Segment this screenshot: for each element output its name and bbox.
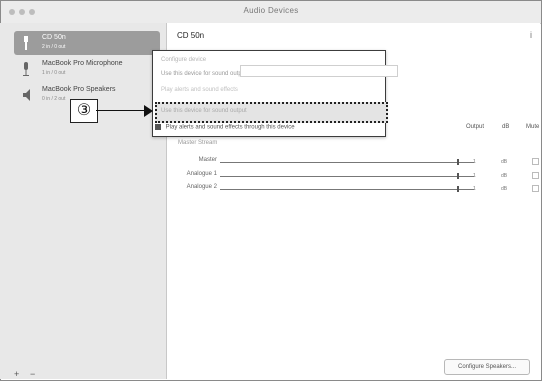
menu-item-alerts[interactable]: Play alerts and sound effects xyxy=(161,87,238,93)
sidebar-device-microphone[interactable]: MacBook Pro Microphone 1 in / 0 out xyxy=(14,57,160,81)
column-output: Output xyxy=(466,124,485,130)
device-title: CD 50n xyxy=(177,31,205,40)
speaker-icon xyxy=(23,89,30,101)
channel-db: dB xyxy=(501,159,508,165)
mute-checkbox[interactable] xyxy=(532,158,539,165)
channel-row: Analogue 2 1 dB xyxy=(167,184,540,196)
channel-row: Master 1 dB xyxy=(167,157,540,169)
highlighted-menu-label: Use this device for sound output xyxy=(161,108,247,114)
channel-label: Analogue 1 xyxy=(186,171,217,177)
volume-slider[interactable] xyxy=(220,189,474,190)
window-title: Audio Devices xyxy=(243,6,299,15)
volume-slider[interactable] xyxy=(220,176,474,177)
microphone-icon xyxy=(23,62,29,76)
callout-arrow-head xyxy=(144,105,153,117)
callout-arrow xyxy=(96,110,146,111)
channel-value: 1 xyxy=(473,159,476,165)
configure-speakers-button[interactable]: Configure Speakers... xyxy=(444,359,530,375)
device-channels: 1 in / 0 out xyxy=(42,70,66,76)
menu-item-label: Play alerts and sound effects through th… xyxy=(165,124,295,131)
channel-value: 1 xyxy=(473,186,476,192)
column-mute: Mute xyxy=(526,124,540,130)
section-label: Master Stream xyxy=(178,140,218,146)
device-name: CD 50n xyxy=(42,34,66,41)
device-channels: 0 in / 2 out xyxy=(42,96,66,102)
mute-checkbox[interactable] xyxy=(532,172,539,179)
column-db: dB xyxy=(502,124,510,130)
volume-slider[interactable] xyxy=(220,162,474,163)
device-sidebar: CD 50n 2 in / 0 out MacBook Pro Micropho… xyxy=(0,23,167,379)
remove-device-button[interactable]: − xyxy=(30,369,35,379)
info-icon[interactable]: i xyxy=(530,30,532,40)
sidebar-device-cd50n[interactable]: CD 50n 2 in / 0 out xyxy=(14,31,160,55)
device-name: MacBook Pro Microphone xyxy=(42,60,123,67)
channel-row: Analogue 1 1 dB xyxy=(167,171,540,183)
title-bar: Audio Devices xyxy=(1,1,541,24)
mute-checkbox[interactable] xyxy=(532,185,539,192)
highlighted-menu-item[interactable]: Use this device for sound output xyxy=(155,102,388,123)
device-name-field[interactable] xyxy=(240,65,398,77)
volume-slider-knob[interactable] xyxy=(457,159,459,165)
usb-audio-icon xyxy=(24,36,28,50)
channel-label: Master xyxy=(198,157,217,163)
channel-db: dB xyxy=(501,173,508,179)
menu-item-alerts-through[interactable]: Play alerts and sound effects through th… xyxy=(155,124,295,131)
add-device-button[interactable]: + xyxy=(14,369,19,379)
volume-slider-knob[interactable] xyxy=(457,173,459,179)
menu-item-output[interactable]: Use this device for sound output xyxy=(161,71,247,77)
channel-db: dB xyxy=(501,186,508,192)
device-name: MacBook Pro Speakers xyxy=(42,86,116,93)
step-callout: ③ xyxy=(70,99,98,123)
channel-label: Analogue 2 xyxy=(186,184,217,190)
menu-item-configure[interactable]: Configure device xyxy=(161,57,206,63)
channel-value: 1 xyxy=(473,173,476,179)
device-channels: 2 in / 0 out xyxy=(42,44,66,50)
speaker-icon xyxy=(155,124,161,130)
volume-slider-knob[interactable] xyxy=(457,186,459,192)
